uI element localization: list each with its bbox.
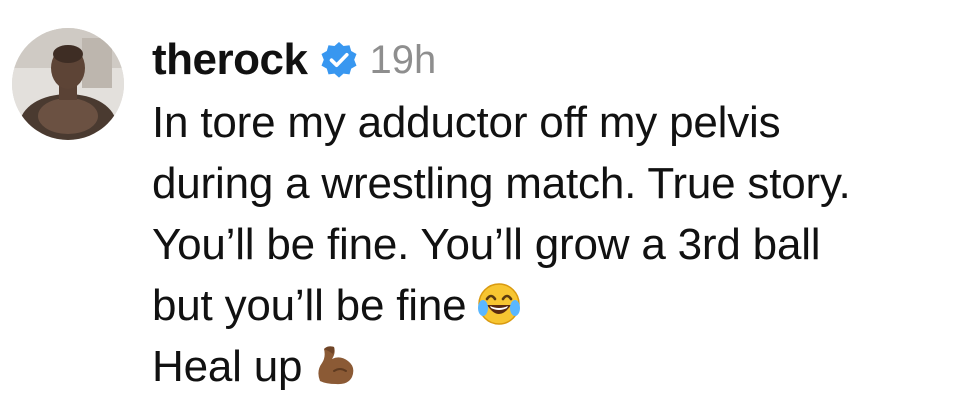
avatar[interactable] <box>12 28 124 140</box>
username[interactable]: therock <box>152 35 308 85</box>
comment: therock 19h In tore my adductor off my p… <box>0 0 980 420</box>
comment-line-4-wrap: but you’ll be fine <box>152 275 972 336</box>
flexed-biceps-icon <box>312 341 360 389</box>
comment-line-3: You’ll be fine. You’ll grow a 3rd ball <box>152 220 821 269</box>
comment-line-5-wrap: Heal up <box>152 336 972 397</box>
verified-badge-icon <box>319 40 359 80</box>
comment-line-2: during a wrestling match. True story. <box>152 159 851 208</box>
comment-line-5: Heal up <box>152 342 303 391</box>
comment-line-1: In tore my adductor off my pelvis <box>152 98 781 147</box>
comment-header: therock 19h <box>152 30 972 90</box>
avatar-image <box>12 28 124 140</box>
comment-content: therock 19h In tore my adductor off my p… <box>152 30 972 397</box>
comment-text: In tore my adductor off my pelvis during… <box>152 92 972 397</box>
comment-line-4: but you’ll be fine <box>152 281 467 330</box>
timestamp: 19h <box>369 37 437 82</box>
laughing-crying-face-icon <box>476 281 522 327</box>
